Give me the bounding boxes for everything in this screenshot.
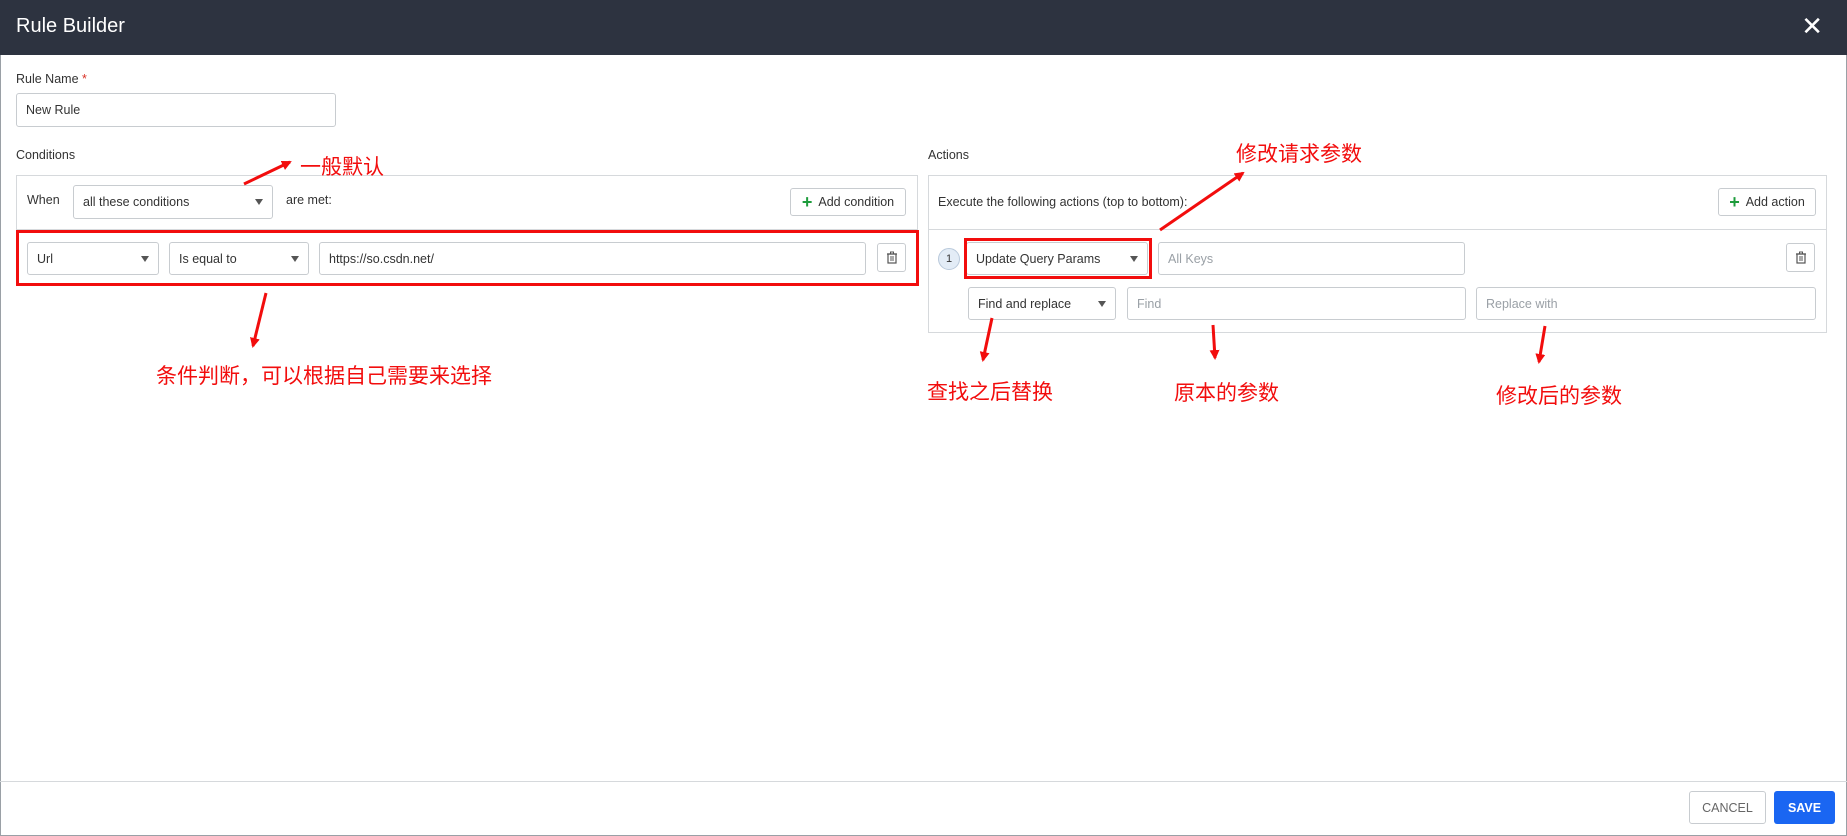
save-button[interactable]: SAVE: [1774, 791, 1835, 824]
delete-action-button[interactable]: [1786, 243, 1815, 272]
dialog-header: Rule Builder ✕: [0, 0, 1847, 55]
annotation-find-replace: 查找之后替换: [927, 380, 1053, 404]
close-icon[interactable]: ✕: [1801, 13, 1823, 39]
mode-value: Find and replace: [978, 296, 1072, 311]
annotation-condition: 条件判断，可以根据自己需要来选择: [156, 364, 492, 388]
rule-name-input[interactable]: New Rule: [16, 93, 336, 127]
dialog-title: Rule Builder: [16, 15, 125, 37]
add-condition-button[interactable]: + Add condition: [790, 188, 906, 216]
chevron-down-icon: [255, 199, 263, 205]
keys-placeholder: All Keys: [1168, 251, 1214, 266]
action-index-badge: 1: [938, 248, 960, 270]
actions-label: Actions: [928, 148, 969, 162]
replace-placeholder: Replace with: [1486, 296, 1558, 311]
required-mark: *: [82, 72, 87, 86]
add-action-label: Add action: [1745, 195, 1805, 209]
annotation-default: 一般默认: [300, 155, 384, 179]
when-label: When: [27, 193, 60, 207]
cancel-button[interactable]: CANCEL: [1689, 791, 1766, 824]
plus-icon: +: [801, 192, 813, 212]
trash-icon: [1795, 251, 1806, 264]
action-type-highlight: [964, 238, 1152, 279]
execute-text: Execute the following actions (top to bo…: [938, 195, 1188, 209]
mode-select[interactable]: Find and replace: [968, 287, 1116, 320]
are-met-label: are met:: [286, 193, 332, 207]
plus-icon: +: [1729, 192, 1740, 212]
rule-name-value: New Rule: [26, 103, 81, 117]
keys-input[interactable]: All Keys: [1158, 242, 1465, 275]
add-condition-label: Add condition: [818, 195, 895, 209]
add-action-button[interactable]: + Add action: [1718, 188, 1816, 216]
find-placeholder: Find: [1137, 296, 1162, 311]
annotation-modified-param: 修改后的参数: [1496, 384, 1622, 408]
rule-name-label: Rule Name *: [16, 72, 87, 86]
condition-match-value: all these conditions: [83, 195, 190, 209]
find-input[interactable]: Find: [1127, 287, 1466, 320]
annotation-modify-params: 修改请求参数: [1236, 142, 1362, 166]
chevron-down-icon: [1098, 300, 1106, 307]
footer-divider: [0, 781, 1847, 782]
annotation-original-param: 原本的参数: [1174, 381, 1279, 405]
condition-row-highlight: [16, 230, 919, 286]
replace-input[interactable]: Replace with: [1476, 287, 1816, 320]
actions-divider: [929, 229, 1826, 230]
conditions-label: Conditions: [16, 148, 76, 162]
condition-match-select[interactable]: all these conditions: [73, 185, 273, 219]
rule-name-label-text: Rule Name: [16, 72, 79, 86]
